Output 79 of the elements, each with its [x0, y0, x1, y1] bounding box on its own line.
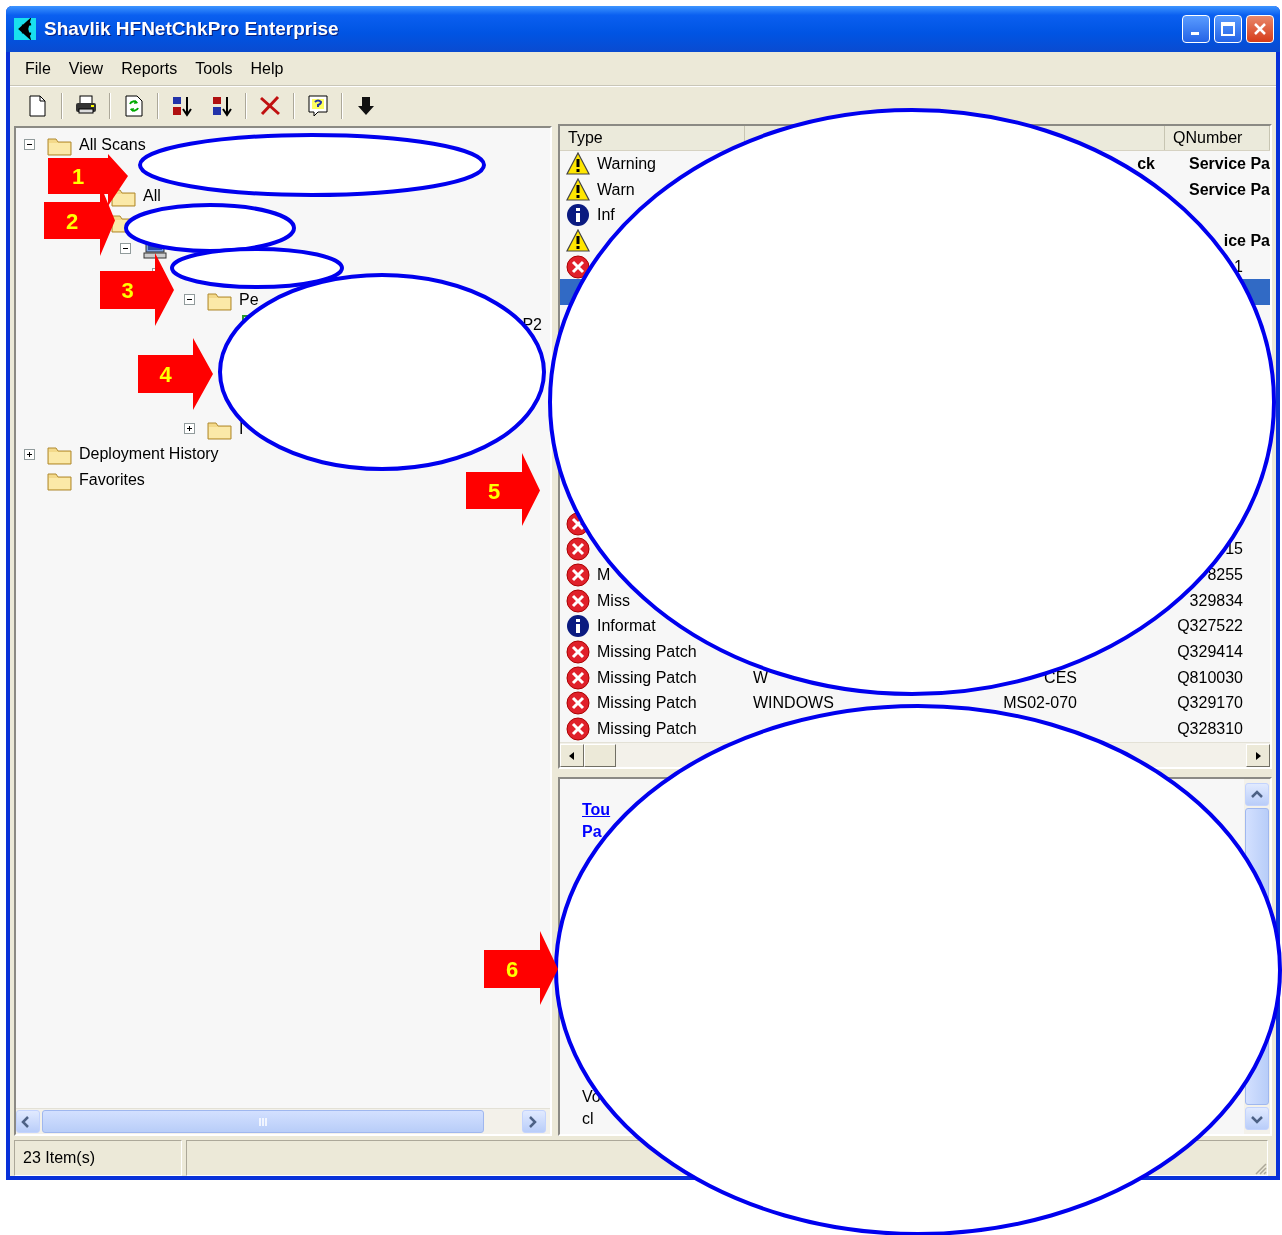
error-icon: [566, 588, 590, 613]
info-icon: [566, 614, 590, 639]
error-icon: [566, 665, 590, 690]
table-cell: 329834: [1189, 591, 1243, 609]
tree-item[interactable]: All Scans: [79, 135, 146, 154]
menu-item[interactable]: View: [59, 59, 113, 78]
table-cell: W: [753, 668, 769, 686]
error-icon: [566, 717, 590, 742]
error-icon: [566, 537, 590, 562]
maximize-button[interactable]: [1214, 15, 1242, 43]
close-icon[interactable]: [1252, 21, 1268, 37]
menu-item[interactable]: File: [16, 59, 60, 78]
table-cell: Q327522: [1177, 617, 1243, 635]
error-icon: [566, 691, 590, 716]
table-cell: Missing Patch: [597, 720, 697, 739]
table-cell: Service Pa: [1189, 180, 1270, 198]
callout-number: 1: [71, 164, 85, 189]
table-cell: Service Pa: [1189, 154, 1270, 172]
grip-icon: [258, 1116, 268, 1127]
table-cell: MS02-070: [1003, 694, 1077, 712]
table-cell: Miss: [597, 591, 630, 610]
tree-item[interactable]: All: [143, 187, 161, 206]
status-text: 23 Item(s): [14, 1140, 182, 1176]
close-button[interactable]: [1246, 15, 1274, 43]
menu-item[interactable]: Help: [241, 59, 293, 78]
maximize-icon[interactable]: [1220, 21, 1236, 37]
table-cell: Warn: [597, 180, 635, 199]
warning-icon: [566, 228, 590, 253]
callout-number: 4: [159, 362, 172, 387]
window-title: Shavlik HFNetChkPro Enterprise: [44, 18, 340, 40]
left-arrow-icon[interactable]: [567, 750, 577, 761]
delete-icon[interactable]: [258, 93, 282, 118]
column-header[interactable]: Type: [568, 129, 603, 146]
callout-number: 3: [121, 278, 134, 303]
tree-item[interactable]: Pe: [239, 290, 259, 309]
column-header[interactable]: QNumber: [1173, 129, 1243, 146]
table-cell: M: [597, 566, 611, 585]
list-row[interactable]: Missing Patch WINDOWS MS02-070 Q329170: [560, 690, 1270, 717]
tree-item[interactable]: Favorites: [79, 471, 145, 490]
table-cell: ck: [1137, 154, 1155, 172]
table-cell: Warning: [597, 154, 656, 173]
callout-number: 5: [487, 478, 501, 504]
menu-item[interactable]: Tools: [186, 59, 242, 78]
error-icon: [566, 640, 590, 665]
warning-icon: [566, 151, 590, 176]
tree-item[interactable]: I: [239, 419, 244, 438]
table-cell: 8255: [1207, 566, 1243, 584]
table-cell: Missing Patch: [597, 668, 697, 687]
expand-toggle[interactable]: [184, 423, 195, 435]
menu-item[interactable]: Reports: [112, 59, 187, 78]
table-cell: Inf: [597, 206, 615, 225]
table-cell: WINDOWS: [753, 694, 834, 712]
help-icon[interactable]: [306, 93, 330, 118]
table-cell: ice Pa: [1223, 231, 1270, 249]
heading-text: Pa: [582, 822, 603, 842]
expand-toggle[interactable]: [24, 448, 35, 460]
callout-number: 2: [65, 208, 79, 234]
callout-number: 6: [505, 957, 519, 982]
tree-item[interactable]: Deployment History: [79, 445, 219, 464]
app-icon: [14, 18, 36, 40]
warning-icon: [566, 177, 590, 202]
collapse-toggle[interactable]: [120, 242, 131, 254]
scrollbar-thumb[interactable]: [42, 1110, 484, 1133]
refresh-icon[interactable]: [122, 93, 146, 118]
info-icon: [566, 203, 590, 228]
table-cell: Q329414: [1177, 643, 1243, 661]
table-cell: Q328310: [1177, 720, 1243, 738]
error-icon: [566, 563, 590, 588]
resize-grip-icon[interactable]: [1253, 1161, 1267, 1175]
table-cell: Missing Patch: [597, 643, 697, 662]
right-arrow-icon[interactable]: [1253, 750, 1263, 761]
collapse-toggle[interactable]: [24, 139, 35, 151]
collapse-toggle[interactable]: [184, 294, 195, 306]
table-cell: Informat: [597, 617, 656, 636]
table-cell: Missing Patch: [597, 694, 697, 713]
body-text: cl: [582, 1109, 595, 1129]
table-cell: Q810030: [1177, 668, 1243, 686]
minimize-button[interactable]: [1182, 15, 1210, 43]
table-cell: Q329170: [1177, 694, 1243, 712]
